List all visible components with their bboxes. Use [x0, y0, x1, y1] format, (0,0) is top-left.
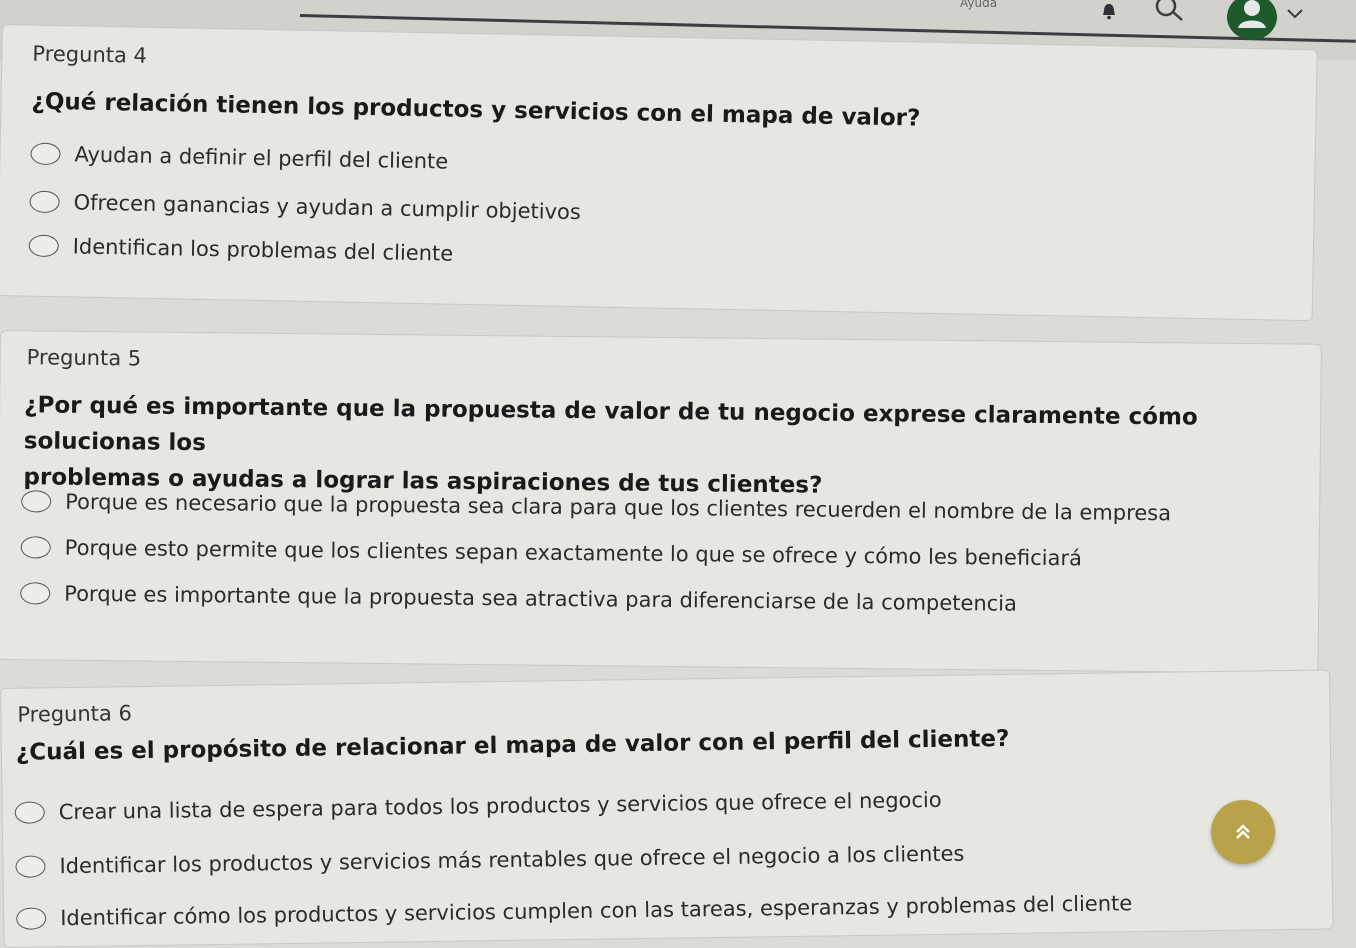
bell-icon[interactable] [1100, 2, 1118, 20]
question-text-line-1: ¿Por qué es importante que la propuesta … [23, 392, 1198, 457]
option-item[interactable]: Crear una lista de espera para todos los… [14, 788, 942, 825]
option-label[interactable]: Ayudan a definir el perfil del cliente [74, 142, 448, 173]
question-card-6: Pregunta 6 ¿Cuál es el propósito de rela… [0, 669, 1334, 948]
radio-button[interactable] [20, 536, 51, 559]
radio-button[interactable] [20, 582, 51, 605]
help-link[interactable]: Ayuda [960, 0, 997, 10]
option-item[interactable]: Porque esto permite que los clientes sep… [20, 535, 1082, 571]
question-number: Pregunta 5 [26, 345, 142, 371]
option-item[interactable]: Identifican los problemas del cliente [28, 234, 454, 266]
radio-button[interactable] [29, 190, 60, 214]
radio-button[interactable] [16, 907, 47, 930]
radio-button[interactable] [21, 490, 52, 513]
question-text: ¿Qué relación tienen los productos y ser… [31, 88, 921, 132]
user-icon[interactable] [1227, 0, 1277, 40]
question-number: Pregunta 6 [17, 701, 133, 727]
option-label[interactable]: Identifican los problemas del cliente [73, 234, 454, 265]
option-label[interactable]: Ofrecen ganancias y ayudan a cumplir obj… [73, 190, 581, 224]
option-label[interactable]: Identificar los productos y servicios má… [59, 842, 964, 879]
double-chevron-up-icon [1236, 824, 1250, 839]
radio-button[interactable] [28, 234, 59, 258]
radio-button[interactable] [14, 801, 45, 824]
scroll-to-top-button[interactable] [1211, 800, 1275, 864]
radio-button[interactable] [30, 142, 61, 166]
option-item[interactable]: Ayudan a definir el perfil del cliente [30, 142, 448, 174]
radio-button[interactable] [15, 855, 46, 878]
option-label[interactable]: Porque esto permite que los clientes sep… [65, 536, 1082, 571]
option-label[interactable]: Crear una lista de espera para todos los… [59, 788, 942, 824]
option-item[interactable]: Porque es importante que la propuesta se… [20, 581, 1017, 616]
question-text: ¿Cuál es el propósito de relacionar el m… [15, 725, 1010, 766]
option-label[interactable]: Porque es importante que la propuesta se… [64, 582, 1017, 616]
question-card-4: Pregunta 4 ¿Qué relación tienen los prod… [0, 24, 1318, 322]
option-label[interactable]: Identificar cómo los productos y servici… [60, 891, 1132, 930]
question-card-5: Pregunta 5 ¿Por qué es importante que la… [0, 330, 1322, 674]
option-item[interactable]: Identificar cómo los productos y servici… [16, 891, 1132, 931]
option-item[interactable]: Identificar los productos y servicios má… [15, 842, 965, 879]
option-item[interactable]: Ofrecen ganancias y ayudan a cumplir obj… [29, 190, 581, 224]
question-number: Pregunta 4 [32, 41, 148, 68]
chevron-down-icon[interactable] [1285, 6, 1305, 22]
search-icon[interactable] [1152, 0, 1188, 24]
